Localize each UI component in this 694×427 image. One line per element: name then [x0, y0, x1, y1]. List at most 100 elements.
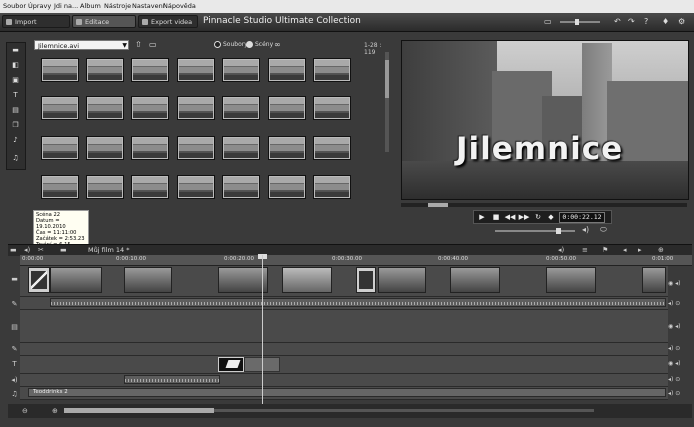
- scene-thumbnail[interactable]: [87, 176, 123, 198]
- video-clip[interactable]: [378, 267, 426, 293]
- overlay-track-icon[interactable]: ▤: [9, 323, 20, 331]
- storyboard-view-icon[interactable]: ◂): [24, 246, 30, 254]
- tab-export[interactable]: Export videa: [138, 15, 198, 28]
- scene-thumbnail[interactable]: [269, 59, 305, 81]
- play-icon[interactable]: ▶: [476, 212, 488, 222]
- scene-thumbnail[interactable]: [132, 59, 168, 81]
- prev-icon[interactable]: ◂: [623, 246, 627, 254]
- fullscreen-timeline-icon[interactable]: ⊕: [658, 246, 664, 254]
- scene-thumbnail[interactable]: [223, 137, 259, 159]
- mixer-icon[interactable]: ≡: [582, 246, 588, 254]
- transition-clip[interactable]: [28, 267, 50, 293]
- trash-icon[interactable]: ▬: [60, 246, 67, 254]
- titles-icon[interactable]: T: [9, 90, 22, 101]
- music-track[interactable]: Teoddrinks 2: [20, 387, 668, 400]
- monitor-icon[interactable]: ▭: [544, 17, 552, 26]
- scene-thumbnail[interactable]: [178, 59, 214, 81]
- playhead[interactable]: [262, 255, 263, 405]
- zoom-slider-knob[interactable]: [575, 19, 579, 25]
- tab-editace[interactable]: Editace: [72, 15, 136, 28]
- forward-icon[interactable]: ▶▶: [518, 212, 530, 222]
- hint-icon[interactable]: ♦: [662, 17, 669, 26]
- title-track[interactable]: [20, 356, 668, 374]
- rewind-icon[interactable]: ◀◀: [504, 212, 516, 222]
- tab-import[interactable]: Import: [2, 15, 70, 28]
- menu-jdi-na[interactable]: Jdi na...: [54, 2, 78, 10]
- menu-nastroje[interactable]: Nástroje: [104, 2, 131, 10]
- scene-thumbnail[interactable]: [314, 97, 350, 119]
- scene-thumbnail[interactable]: [87, 59, 123, 81]
- music-track-controls[interactable]: ◂) ⊙: [668, 390, 692, 397]
- menu-soubor[interactable]: Soubor: [3, 2, 26, 10]
- source-dropdown[interactable]: Jilemnice.avi ▼: [34, 40, 129, 50]
- sound-icon[interactable]: ♪: [9, 135, 22, 146]
- album-scrollbar-thumb[interactable]: [385, 60, 389, 98]
- original-audio-track[interactable]: [20, 297, 668, 310]
- menu-album[interactable]: Album: [80, 2, 101, 10]
- settings-icon[interactable]: ⚙: [678, 17, 685, 26]
- scene-thumbnail[interactable]: [132, 97, 168, 119]
- overlay-audio-track[interactable]: [20, 343, 668, 356]
- audio-clip[interactable]: [50, 298, 666, 307]
- sound-track-controls[interactable]: ◂) ⊙: [668, 376, 692, 383]
- next-icon[interactable]: ▸: [638, 246, 642, 254]
- video-scenes-icon[interactable]: ▬: [9, 45, 22, 56]
- scene-thumbnail[interactable]: [314, 176, 350, 198]
- menus-icon[interactable]: ▤: [9, 105, 22, 116]
- scene-thumbnail[interactable]: [42, 137, 78, 159]
- video-track-controls[interactable]: ◉ ◂): [668, 280, 692, 287]
- scene-thumbnail[interactable]: [87, 97, 123, 119]
- scene-thumbnail[interactable]: [223, 97, 259, 119]
- video-clip[interactable]: [50, 267, 102, 293]
- video-clip[interactable]: [124, 267, 172, 293]
- title-clip[interactable]: [218, 357, 244, 372]
- scene-thumbnail[interactable]: [314, 59, 350, 81]
- marker-icon[interactable]: ⚑: [602, 246, 608, 254]
- scene-thumbnail[interactable]: [223, 176, 259, 198]
- stop-icon[interactable]: ■: [490, 212, 502, 222]
- scene-thumbnail[interactable]: [269, 176, 305, 198]
- transition-clip[interactable]: [356, 267, 376, 293]
- folder-icon[interactable]: ▭: [149, 40, 157, 49]
- preview-scrubber-knob[interactable]: [428, 203, 448, 207]
- overlay-track-controls[interactable]: ◉ ◂): [668, 323, 692, 330]
- video-clip[interactable]: [642, 267, 666, 293]
- video-clip[interactable]: [218, 267, 268, 293]
- title-track-controls[interactable]: ◉ ◂): [668, 360, 692, 367]
- help-icon[interactable]: ?: [644, 17, 648, 26]
- preview-volume-slider[interactable]: [495, 230, 575, 232]
- zoom-out-icon[interactable]: ⊖: [22, 407, 28, 415]
- transitions-icon[interactable]: ◧: [9, 60, 22, 71]
- timeline-view-icon[interactable]: ▬: [10, 246, 17, 254]
- title-track-icon[interactable]: T: [9, 360, 20, 368]
- jog-icon[interactable]: ◆: [545, 212, 557, 222]
- audio-track-icon[interactable]: ✎: [9, 300, 20, 308]
- effects-icon[interactable]: ❐: [9, 120, 22, 131]
- timeline-ruler[interactable]: 0:00:00 0:00:10.00 0:00:20.00 0:00:30.00…: [20, 255, 692, 266]
- music-clip[interactable]: Teoddrinks 2: [28, 388, 666, 397]
- scene-thumbnail[interactable]: [42, 176, 78, 198]
- scene-thumbnail[interactable]: [178, 176, 214, 198]
- view-files-radio[interactable]: Soubory: [214, 41, 248, 48]
- folder-up-icon[interactable]: ⇧: [135, 40, 142, 49]
- audio-track-controls[interactable]: ◂) ⊙: [668, 300, 692, 307]
- video-track[interactable]: [20, 266, 668, 297]
- razor-icon[interactable]: ✂: [38, 246, 44, 254]
- scene-thumbnail[interactable]: [132, 176, 168, 198]
- video-clip[interactable]: [450, 267, 500, 293]
- scene-thumbnail[interactable]: [42, 97, 78, 119]
- video-clip[interactable]: [546, 267, 596, 293]
- scene-thumbnail[interactable]: [269, 97, 305, 119]
- video-clip[interactable]: [282, 267, 332, 293]
- overlay-audio-icon[interactable]: ✎: [9, 345, 20, 353]
- sound-track-icon[interactable]: ◂): [9, 376, 20, 384]
- timecode-display[interactable]: 0:00:22.12: [559, 212, 605, 223]
- photos-icon[interactable]: ▣: [9, 75, 22, 86]
- music-track-icon[interactable]: ♫: [9, 390, 20, 398]
- scene-thumbnail[interactable]: [42, 59, 78, 81]
- menu-upravy[interactable]: Úpravy: [28, 2, 51, 10]
- timeline-scrollbar-thumb[interactable]: [64, 408, 214, 413]
- menu-nastaveni[interactable]: Nastavení: [132, 2, 165, 10]
- scene-thumbnail[interactable]: [178, 97, 214, 119]
- scene-thumbnail[interactable]: [223, 59, 259, 81]
